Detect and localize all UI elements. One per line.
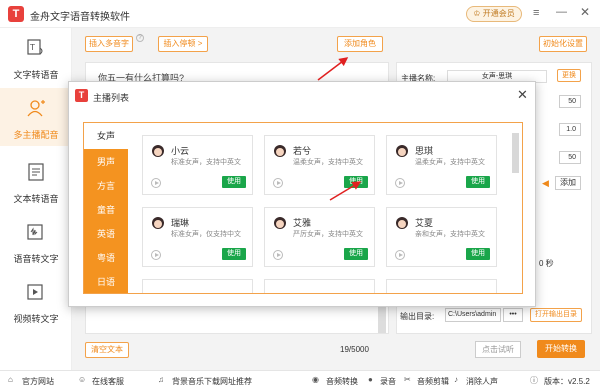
version-label: 版本：v2.5.2 xyxy=(544,377,590,386)
bottom-bar: ⌂ 官方网站 ☺ 在线客服 ♫ 背景音乐下载网址推荐 ◉ 音频转换 ● 录音 ✂… xyxy=(0,370,600,391)
bgm-link[interactable]: 背景音乐下载网址推荐 xyxy=(172,376,252,387)
remove-voice-link[interactable]: 消除人声 xyxy=(466,376,498,387)
audio-convert-icon: ◉ xyxy=(312,375,319,384)
arrow-to-use-button xyxy=(329,181,362,201)
service-link[interactable]: 在线客服 xyxy=(92,376,124,387)
home-icon: ⌂ xyxy=(8,375,13,384)
audio-convert-link[interactable]: 音频转换 xyxy=(326,376,358,387)
remove-voice-icon: ♪ xyxy=(454,375,458,384)
record-link[interactable]: 录音 xyxy=(380,376,396,387)
arrow-to-add-role xyxy=(317,57,349,81)
website-link[interactable]: 官方网站 xyxy=(22,376,54,387)
music-icon: ♫ xyxy=(158,375,164,384)
audio-cut-icon: ✂ xyxy=(404,375,411,384)
service-icon: ☺ xyxy=(78,375,87,384)
info-icon: ⓘ xyxy=(530,376,538,385)
annotation-arrows xyxy=(317,57,362,201)
audio-cut-link[interactable]: 音频剪辑 xyxy=(417,376,449,387)
record-icon: ● xyxy=(368,375,373,384)
